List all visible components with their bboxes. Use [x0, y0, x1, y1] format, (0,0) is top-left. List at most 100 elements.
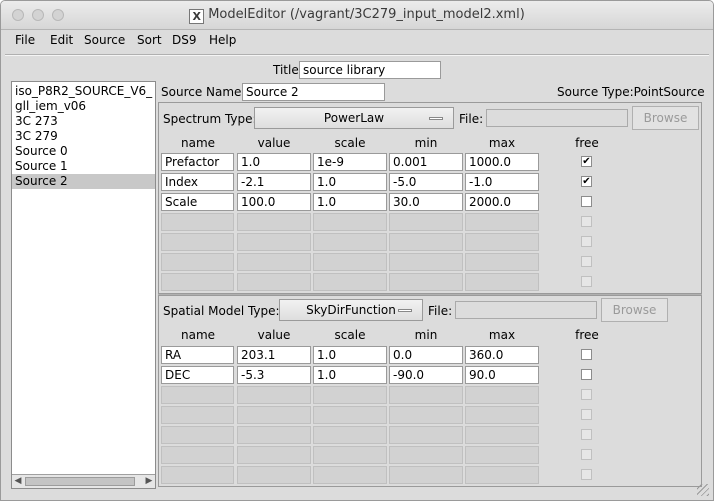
empty-cell [313, 233, 387, 251]
empty-cell [465, 273, 539, 291]
param-value-cell[interactable]: -2.1 [237, 173, 311, 191]
empty-cell [389, 466, 463, 484]
empty-cell [313, 406, 387, 424]
param-scale-cell[interactable]: 1.0 [313, 346, 387, 364]
param-value-cell[interactable]: 203.1 [237, 346, 311, 364]
free-checkbox[interactable]: ✔ [581, 176, 592, 187]
empty-cell [313, 426, 387, 444]
column-header-free: free [575, 136, 599, 150]
scroll-thumb[interactable] [25, 477, 135, 486]
free-checkbox-disabled [581, 389, 592, 400]
empty-cell [161, 213, 234, 231]
param-max-cell[interactable]: 2000.0 [465, 193, 539, 211]
empty-cell [313, 213, 387, 231]
menu-help[interactable]: Help [209, 33, 236, 47]
scroll-right-icon[interactable]: ▶ [144, 476, 154, 487]
param-max-cell[interactable]: 360.0 [465, 346, 539, 364]
menu-file[interactable]: File [15, 33, 35, 47]
scroll-left-icon[interactable]: ◀ [13, 476, 23, 487]
window-title-wrap: X ModelEditor (/vagrant/3C279_input_model… [1, 7, 713, 24]
source-name-input[interactable]: Source 2 [242, 83, 385, 101]
column-header-value: value [257, 328, 291, 342]
param-max-cell[interactable]: 90.0 [465, 366, 539, 384]
param-value-cell[interactable]: 100.0 [237, 193, 311, 211]
param-min-cell[interactable]: 0.0 [389, 346, 463, 364]
menu-edit[interactable]: Edit [50, 33, 73, 47]
window-title: ModelEditor (/vagrant/3C279_input_model2… [208, 7, 525, 22]
param-min-cell[interactable]: -90.0 [389, 366, 463, 384]
column-header-scale: scale [334, 136, 366, 150]
param-name-cell[interactable]: Index [161, 173, 234, 191]
empty-cell [389, 446, 463, 464]
empty-cell [237, 273, 311, 291]
source-list-hscrollbar[interactable]: ◀ ▶ [12, 474, 155, 488]
empty-cell [389, 253, 463, 271]
source-list-item[interactable]: gll_iem_v06 [12, 99, 155, 114]
source-list[interactable]: iso_P8R2_SOURCE_V6_ gll_iem_v06 3C 273 3C 2… [11, 81, 156, 489]
param-value-cell[interactable]: 1.0 [237, 153, 311, 171]
source-type-label: Source Type: [557, 85, 634, 99]
spectrum-browse-button[interactable]: Browse [632, 106, 699, 130]
empty-cell [161, 406, 234, 424]
param-scale-cell[interactable]: 1e-9 [313, 153, 387, 171]
free-checkbox[interactable] [581, 369, 592, 380]
column-header-name: name [180, 328, 216, 342]
spatial-type-select[interactable]: SkyDirFunction [279, 299, 423, 321]
spectrum-type-select[interactable]: PowerLaw [254, 107, 454, 129]
param-scale-cell[interactable]: 1.0 [313, 173, 387, 191]
empty-cell [465, 446, 539, 464]
param-max-cell[interactable]: 1000.0 [465, 153, 539, 171]
source-list-item[interactable]: 3C 279 [12, 129, 155, 144]
source-list-item[interactable]: Source 1 [12, 159, 155, 174]
empty-cell [465, 213, 539, 231]
dropdown-indicator-icon [429, 117, 443, 120]
menu-source[interactable]: Source [84, 33, 125, 47]
spatial-type-label: Spatial Model Type: [163, 304, 280, 318]
free-checkbox-disabled [581, 409, 592, 420]
menu-ds9[interactable]: DS9 [172, 33, 197, 47]
empty-cell [313, 253, 387, 271]
empty-cell [313, 386, 387, 404]
param-name-cell[interactable]: Scale [161, 193, 234, 211]
param-name-cell[interactable]: DEC [161, 366, 234, 384]
spatial-browse-button[interactable]: Browse [601, 298, 668, 322]
param-min-cell[interactable]: -5.0 [389, 173, 463, 191]
spatial-file-label: File: [428, 304, 453, 318]
param-scale-cell[interactable]: 1.0 [313, 366, 387, 384]
empty-cell [237, 466, 311, 484]
param-name-cell[interactable]: Prefactor [161, 153, 234, 171]
param-name-cell[interactable]: RA [161, 346, 234, 364]
param-max-cell[interactable]: -1.0 [465, 173, 539, 191]
spectrum-file-label: File: [459, 112, 484, 126]
spatial-file-input[interactable] [455, 301, 597, 319]
empty-cell [465, 253, 539, 271]
source-list-item[interactable]: Source 2 [12, 174, 155, 189]
free-checkbox-disabled [581, 276, 592, 287]
empty-cell [237, 213, 311, 231]
library-title-input[interactable]: source library [299, 61, 441, 79]
source-list-item[interactable]: Source 0 [12, 144, 155, 159]
source-list-item[interactable]: iso_P8R2_SOURCE_V6_ [12, 84, 155, 99]
empty-cell [161, 426, 234, 444]
dropdown-indicator-icon [398, 309, 412, 312]
param-min-cell[interactable]: 0.001 [389, 153, 463, 171]
spectrum-file-input[interactable] [486, 109, 628, 127]
empty-cell [313, 446, 387, 464]
free-checkbox-disabled [581, 216, 592, 227]
menu-sort[interactable]: Sort [137, 33, 162, 47]
free-checkbox[interactable] [581, 196, 592, 207]
empty-cell [465, 406, 539, 424]
source-type-value: PointSource [633, 85, 705, 99]
param-min-cell[interactable]: 30.0 [389, 193, 463, 211]
param-scale-cell[interactable]: 1.0 [313, 193, 387, 211]
free-checkbox[interactable] [581, 349, 592, 360]
free-checkbox-disabled [581, 256, 592, 267]
source-list-item[interactable]: 3C 273 [12, 114, 155, 129]
resize-grip-icon[interactable] [697, 484, 709, 496]
param-value-cell[interactable]: -5.3 [237, 366, 311, 384]
column-header-free: free [575, 328, 599, 342]
empty-cell [237, 233, 311, 251]
empty-cell [313, 273, 387, 291]
free-checkbox[interactable]: ✔ [581, 156, 592, 167]
column-header-min: min [414, 136, 438, 150]
